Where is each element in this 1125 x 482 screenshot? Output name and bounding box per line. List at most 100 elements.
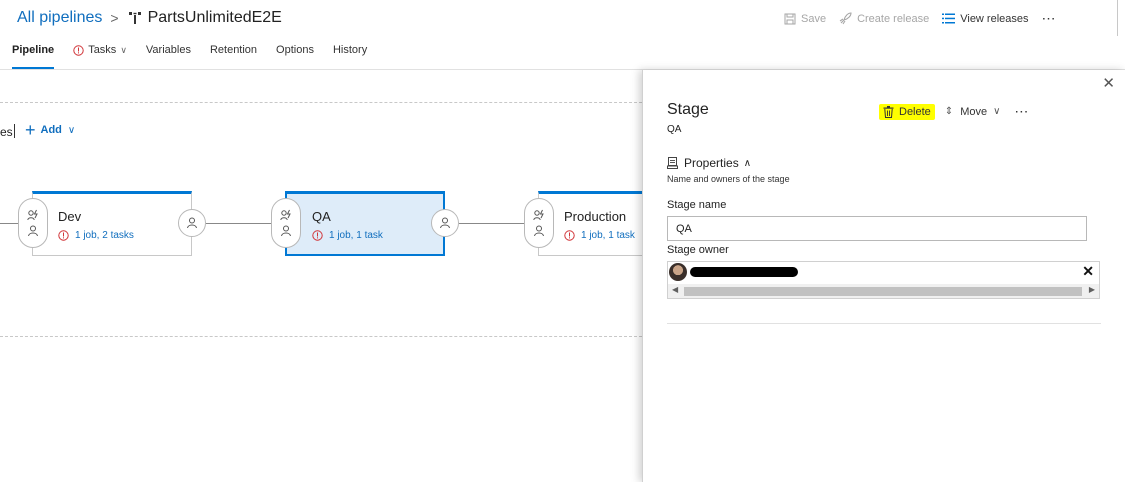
scroll-right-icon[interactable]: ▶ (1089, 285, 1095, 294)
person-icon (534, 225, 544, 237)
close-icon[interactable]: ✕ (1102, 74, 1115, 92)
up-down-icon: ⇕ (944, 106, 954, 117)
stage-name: Dev (58, 209, 82, 224)
properties-section-toggle[interactable]: Properties ∧ (667, 156, 751, 170)
person-icon (281, 225, 291, 237)
pre-deployment-conditions[interactable] (271, 198, 301, 248)
tab-options[interactable]: Options (276, 44, 314, 69)
pre-deployment-conditions[interactable] (18, 198, 48, 248)
all-pipelines-link[interactable]: All pipelines (17, 9, 102, 27)
post-deployment-conditions[interactable] (431, 209, 459, 237)
warning-icon (564, 230, 575, 241)
warning-icon (312, 230, 323, 241)
save-icon (784, 13, 796, 24)
scrollbar-thumb[interactable] (684, 287, 1082, 296)
stage-name: Production (564, 209, 627, 224)
stage-name-label: Stage name (667, 199, 727, 211)
scroll-left-icon[interactable]: ◀ (672, 285, 678, 294)
tab-variables[interactable]: Variables (146, 44, 191, 69)
stage-card-dev[interactable]: Dev 1 job, 2 tasks (32, 191, 192, 256)
properties-description: Name and owners of the stage (667, 174, 790, 184)
stage-status[interactable]: 1 job, 1 task (312, 230, 383, 241)
lightning-person-icon (27, 209, 38, 221)
move-stage-button[interactable]: ⇕ Move ∨ (945, 106, 1001, 118)
connector-line (459, 223, 526, 224)
plus-icon: + (25, 120, 36, 140)
stage-status-label: 1 job, 1 task (581, 230, 635, 241)
stage-card-qa[interactable]: QA 1 job, 1 task (285, 191, 445, 256)
tab-history[interactable]: History (333, 44, 367, 69)
tab-pipeline[interactable]: Pipeline (12, 44, 55, 69)
canvas-top-border (0, 102, 642, 103)
chevron-down-icon: ∨ (120, 45, 127, 55)
header-divider (1117, 0, 1118, 36)
heading-divider (14, 124, 15, 138)
connector-line (0, 223, 18, 224)
person-icon (28, 225, 38, 237)
tab-pipeline-label: Pipeline (12, 44, 55, 56)
pipeline-tabs: Pipeline Tasks ∨ Variables Retention Opt… (12, 44, 386, 69)
post-deployment-conditions[interactable] (178, 209, 206, 237)
trash-icon (883, 105, 894, 118)
save-label: Save (801, 12, 827, 25)
add-stage-button[interactable]: + Add ∨ (25, 120, 76, 140)
tab-tasks[interactable]: Tasks ∨ (73, 44, 127, 69)
release-pipeline-icon (128, 12, 141, 24)
add-stage-label: Add (40, 124, 62, 136)
save-button[interactable]: Save (784, 13, 826, 25)
create-release-button[interactable]: Create release (839, 12, 929, 25)
breadcrumb-separator: > (110, 10, 119, 26)
stage-owner-picker[interactable]: ✕ ◀ ▶ (667, 261, 1100, 299)
remove-owner-button[interactable]: ✕ (1082, 263, 1094, 280)
warning-icon (73, 45, 84, 56)
panel-title: Stage (667, 101, 709, 118)
tab-tasks-label: Tasks (88, 44, 117, 56)
stage-status[interactable]: 1 job, 2 tasks (58, 230, 134, 241)
chevron-down-icon: ∨ (67, 124, 76, 136)
rocket-icon (839, 12, 852, 25)
tab-history-label: History (332, 44, 368, 56)
stage-name: QA (312, 209, 331, 224)
stage-status[interactable]: 1 job, 1 task (564, 230, 635, 241)
view-releases-label: View releases (960, 12, 1029, 25)
more-actions-button[interactable]: ⋯ (1042, 10, 1057, 27)
lightning-person-icon (280, 209, 291, 221)
tab-options-label: Options (276, 44, 314, 56)
tab-retention-label: Retention (209, 44, 258, 56)
delete-label: Delete (899, 105, 931, 118)
horizontal-scrollbar[interactable]: ◀ ▶ (668, 284, 1099, 298)
panel-toolbar: Delete ⇕ Move ∨ ⋯ (879, 103, 1029, 120)
avatar (669, 263, 687, 281)
properties-icon (667, 157, 678, 169)
warning-icon (58, 230, 69, 241)
list-icon (942, 13, 956, 24)
canvas-bottom-border (0, 336, 642, 337)
panel-more-button[interactable]: ⋯ (1014, 103, 1029, 120)
tab-variables-label: Variables (145, 44, 191, 56)
stage-owner-label: Stage owner (667, 244, 729, 256)
chevron-up-icon: ∧ (743, 157, 752, 169)
stage-status-label: 1 job, 2 tasks (75, 230, 134, 241)
chevron-down-icon: ∨ (993, 106, 1001, 117)
owner-name-redacted (690, 267, 798, 277)
stage-status-label: 1 job, 1 task (329, 230, 383, 241)
tab-retention[interactable]: Retention (210, 44, 257, 69)
connector-line (206, 223, 272, 224)
view-releases-button[interactable]: View releases (942, 12, 1029, 25)
stage-name-input[interactable] (667, 216, 1087, 241)
properties-title: Properties (684, 156, 739, 170)
breadcrumb: All pipelines > PartsUnlimitedE2E (17, 8, 282, 28)
create-release-label: Create release (857, 12, 930, 25)
pre-deployment-conditions[interactable] (524, 198, 554, 248)
person-icon (187, 217, 197, 229)
pipeline-title: PartsUnlimitedE2E (147, 9, 282, 26)
stages-heading: es (0, 125, 13, 139)
move-label: Move (960, 105, 988, 118)
panel-subtitle: QA (667, 124, 682, 135)
person-icon (440, 217, 450, 229)
stage-properties-panel: ✕ Stage QA Delete ⇕ Move ∨ ⋯ Properties … (642, 70, 1125, 482)
delete-stage-button[interactable]: Delete (879, 103, 935, 120)
release-pipeline-editor: All pipelines > PartsUnlimitedE2E Save C… (0, 0, 1125, 482)
top-toolbar: Save Create release View releases ⋯ (784, 10, 1057, 27)
lightning-person-icon (533, 209, 544, 221)
